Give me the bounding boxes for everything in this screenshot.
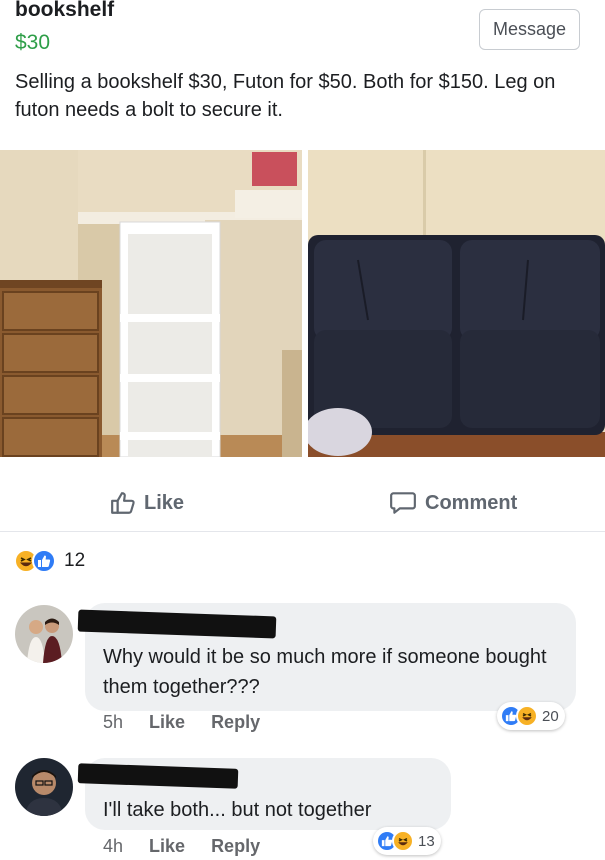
comment-like-link[interactable]: Like (149, 712, 185, 733)
haha-icon (392, 830, 414, 852)
comment-text: I'll take both... but not together (103, 799, 372, 821)
comment-reply-link[interactable]: Reply (211, 836, 260, 857)
like-action-label: Like (144, 491, 185, 514)
listing-photos (0, 150, 605, 457)
comment-text: Why would it be so much more if someone … (103, 646, 547, 698)
comment-action-button[interactable]: Comment (389, 486, 517, 520)
listing-title: bookshelf (15, 0, 115, 21)
comment-reaction-badge[interactable]: 13 (373, 827, 441, 855)
bookshelf-photo[interactable] (0, 150, 302, 457)
comment-reaction-badge[interactable]: 20 (497, 702, 565, 730)
comment-reaction-count: 20 (542, 707, 559, 725)
comment-like-link[interactable]: Like (149, 836, 185, 857)
like-action-button[interactable]: Like (110, 486, 184, 520)
listing-description: Selling a bookshelf $30, Futon for $50. … (15, 71, 556, 121)
divider (0, 531, 605, 532)
comment-action-label: Comment (425, 491, 518, 514)
avatar[interactable] (15, 605, 73, 663)
comment-meta: 5h Like Reply (103, 712, 260, 733)
comment-reply-link[interactable]: Reply (211, 712, 260, 733)
like-icon (32, 549, 56, 573)
comment-reaction-count: 13 (418, 832, 435, 850)
message-button[interactable]: Message (479, 9, 580, 50)
comment-meta: 4h Like Reply (103, 836, 260, 857)
listing-price: $30 (15, 31, 51, 54)
comment-timestamp: 4h (103, 836, 124, 856)
comment-timestamp: 5h (103, 712, 124, 732)
futon-photo[interactable] (308, 150, 605, 457)
reaction-summary[interactable]: 12 (14, 548, 85, 574)
haha-icon (516, 705, 538, 727)
avatar[interactable] (15, 758, 73, 816)
thumbs-up-icon (110, 490, 136, 516)
speech-bubble-icon (389, 490, 417, 516)
reaction-count[interactable]: 12 (64, 550, 85, 572)
